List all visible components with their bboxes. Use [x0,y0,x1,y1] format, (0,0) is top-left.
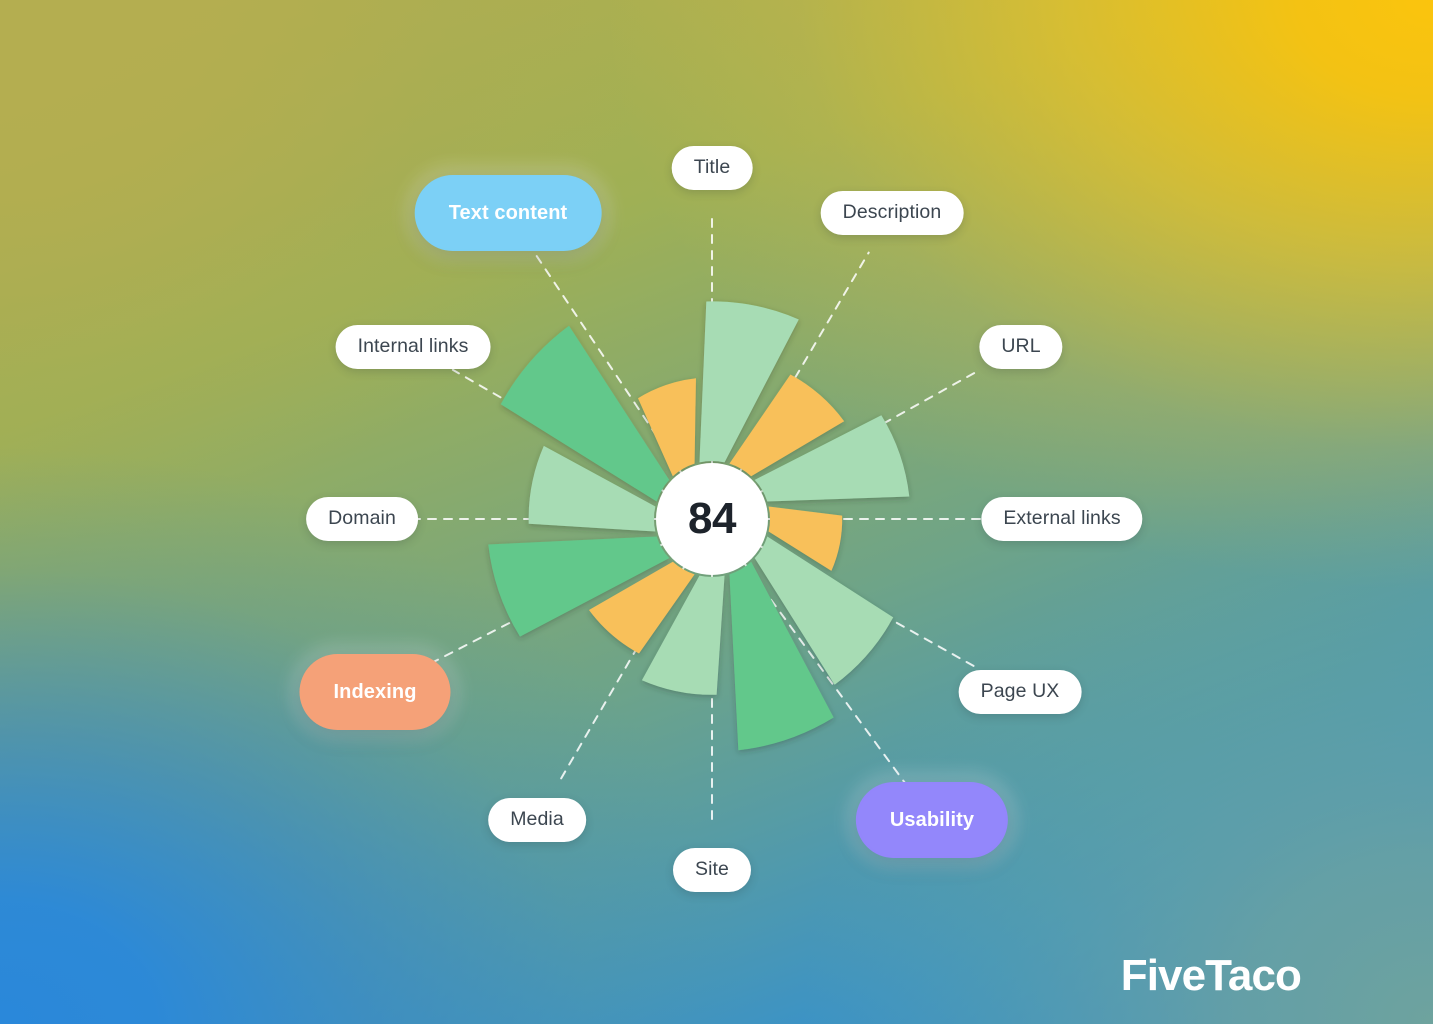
label-domain[interactable]: Domain [306,497,418,541]
label-internal-links[interactable]: Internal links [335,325,491,369]
label-page-ux[interactable]: Page UX [958,670,1082,714]
label-text: Media [510,808,564,831]
label-text: Domain [328,507,396,530]
label-usability[interactable]: Usability [855,782,1009,858]
label-text: URL [1001,335,1041,358]
label-text: External links [1003,507,1121,530]
label-text: Description [842,201,942,224]
label-description[interactable]: Description [820,191,964,235]
label-title[interactable]: Title [671,146,753,190]
label-indexing[interactable]: Indexing [299,654,451,730]
label-text: Indexing [333,681,417,703]
label-text: Text content [448,202,568,224]
label-text: Internal links [357,335,469,358]
label-media[interactable]: Media [488,798,586,842]
brand-logo: FiveTaco [1120,951,1302,1000]
label-text: Page UX [980,680,1060,703]
label-site[interactable]: Site [672,848,752,892]
label-text-content[interactable]: Text content [414,175,602,251]
label-text: Site [694,858,730,881]
label-text: Usability [889,809,975,831]
score-value: 84 [688,494,736,543]
label-url[interactable]: URL [979,325,1063,369]
label-text: Title [693,156,731,179]
score-badge: 84 [656,463,768,575]
label-external-links[interactable]: External links [981,497,1143,541]
